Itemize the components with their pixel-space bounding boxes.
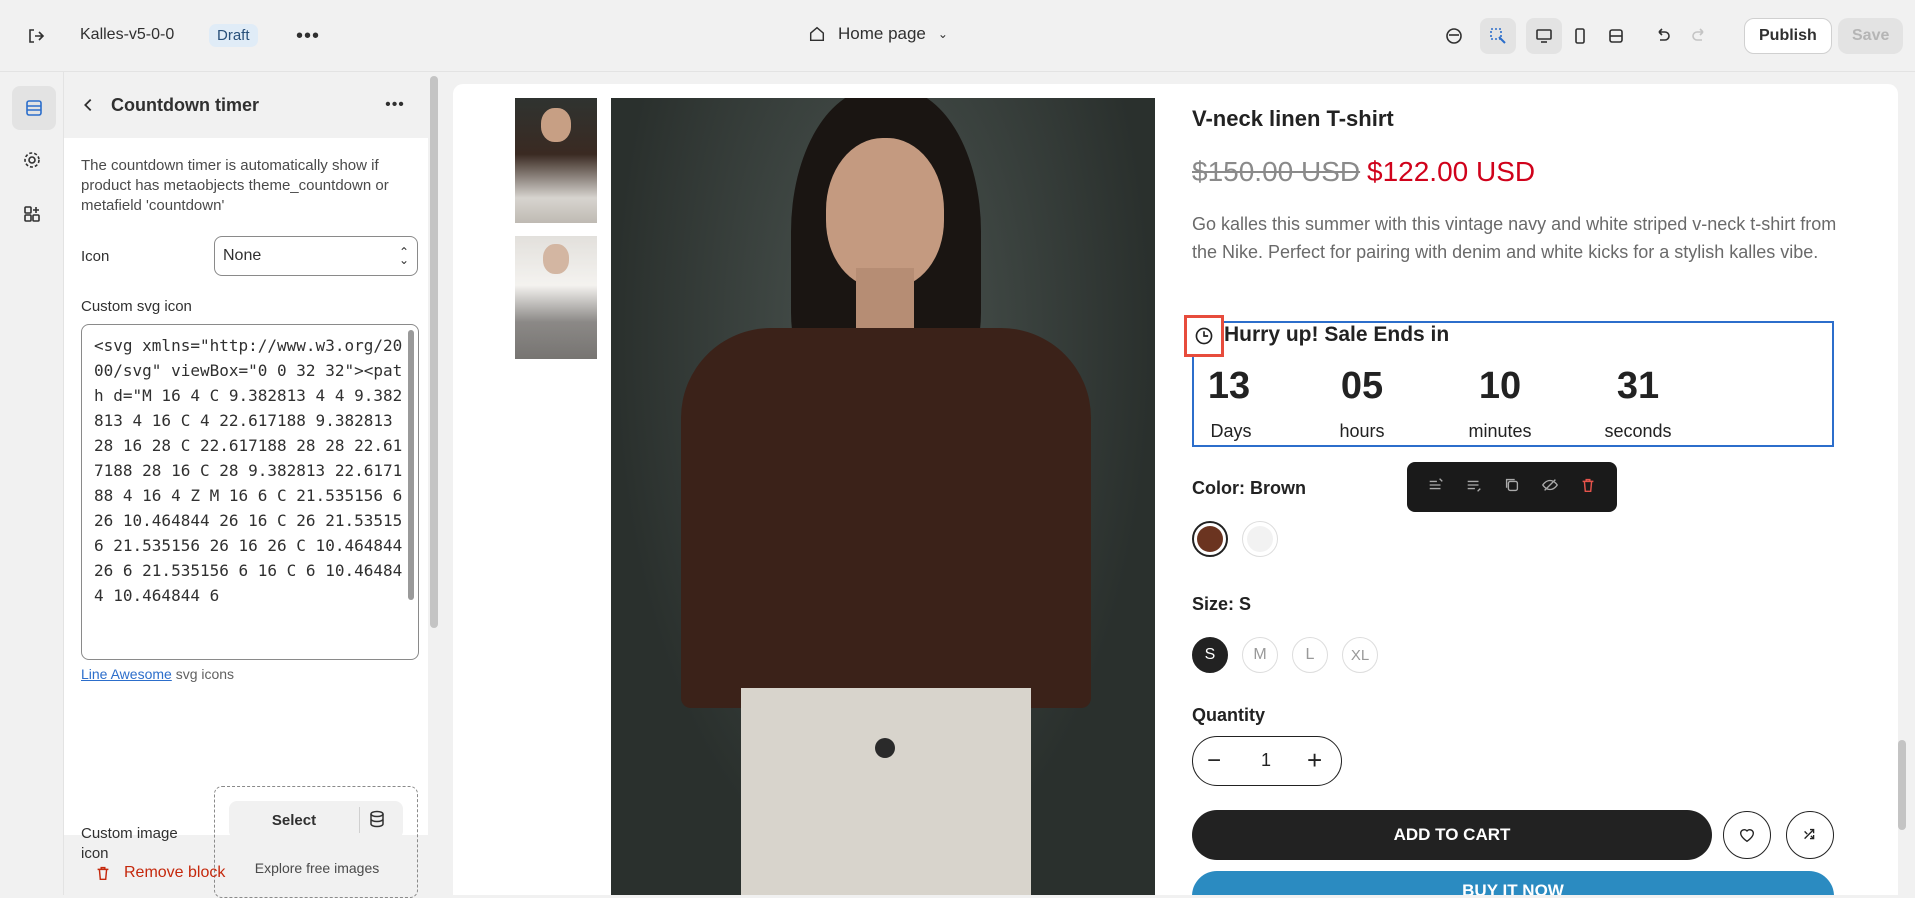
countdown-days-value: 13 <box>1207 365 1251 407</box>
chevron-down-icon: ⌄ <box>937 27 948 41</box>
panel-header: Countdown timer ••• <box>64 72 428 138</box>
panel-body: The countdown timer is automatically sho… <box>64 138 428 898</box>
countdown-hours-value: 05 <box>1340 365 1384 407</box>
theme-check-icon[interactable] <box>1436 18 1472 54</box>
quantity-label: Quantity <box>1192 705 1266 725</box>
product-description: Go kalles this summer with this vintage … <box>1192 214 1837 262</box>
size-option-l[interactable]: L <box>1292 637 1328 673</box>
sale-price: $122.00 USD <box>1367 156 1536 187</box>
more-options-icon[interactable]: ••• <box>377 87 413 123</box>
size-option-s[interactable]: S <box>1192 637 1228 673</box>
size-option-m[interactable]: M <box>1242 637 1278 673</box>
pants-shape <box>741 688 1031 895</box>
countdown-minutes-label: minutes <box>1468 421 1532 441</box>
panel-title: Countdown timer <box>111 95 259 115</box>
swatch-white[interactable] <box>1242 521 1278 557</box>
exit-icon[interactable] <box>18 18 54 54</box>
add-to-cart-button[interactable]: ADD TO CART <box>1192 810 1712 860</box>
help-suffix: svg icons <box>175 666 235 682</box>
icon-label: Icon <box>81 248 110 265</box>
thumb-face <box>543 244 569 274</box>
save-button[interactable]: Save <box>1838 18 1904 54</box>
back-icon[interactable] <box>70 87 106 123</box>
custom-svg-label: Custom svg icon <box>81 298 192 315</box>
line-awesome-link[interactable]: Line Awesome <box>81 666 172 682</box>
color-label: Color: Brown <box>1192 478 1306 498</box>
left-rail <box>0 72 64 895</box>
image-picker: Select Explore free images <box>214 786 418 898</box>
compare-price: $150.00 USD <box>1192 156 1361 187</box>
home-icon <box>809 26 825 42</box>
buy-now-button[interactable]: BUY IT NOW <box>1192 871 1834 895</box>
countdown-seconds-label: seconds <box>1604 421 1672 441</box>
remove-block-button[interactable]: Remove block <box>94 864 225 882</box>
status-badge: Draft <box>209 24 258 47</box>
countdown-minutes-value: 10 <box>1478 365 1522 407</box>
more-icon[interactable]: ••• <box>290 18 326 54</box>
product-main-image[interactable] <box>611 98 1155 895</box>
delete-icon[interactable] <box>1579 476 1597 499</box>
countdown-block[interactable]: Hurry up! Sale Ends in 13 Days 05 hours … <box>1184 315 1834 447</box>
gear-icon[interactable] <box>14 142 50 178</box>
publish-button[interactable]: Publish <box>1744 18 1832 54</box>
remove-block-label: Remove block <box>124 864 226 881</box>
block-toolbar <box>1407 462 1617 512</box>
quantity-value[interactable]: 1 <box>1261 750 1271 771</box>
apps-icon[interactable] <box>14 196 50 232</box>
product-title: V-neck linen T-shirt <box>1192 106 1394 131</box>
image-picker-controls: Select <box>229 801 403 839</box>
move-up-icon[interactable] <box>1427 476 1445 499</box>
top-bar: Kalles-v5-0-0 Draft ••• Home page ⌄ Publ… <box>0 0 1915 72</box>
textarea-scrollbar[interactable] <box>408 330 414 600</box>
explore-images-link[interactable]: Explore free images <box>215 860 419 876</box>
undo-icon[interactable] <box>1644 18 1680 54</box>
button-detail <box>875 738 895 758</box>
minus-icon[interactable]: − <box>1207 747 1221 775</box>
swatch-brown[interactable] <box>1192 521 1228 557</box>
panel-scrollbar[interactable] <box>430 76 438 628</box>
icon-select[interactable]: None ⌃ ⌄ <box>214 236 418 276</box>
panel-description: The countdown timer is automatically sho… <box>81 157 389 214</box>
clock-icon[interactable] <box>1184 315 1224 357</box>
help-text: Line Awesome svg icons <box>81 666 234 682</box>
tshirt-shape <box>681 328 1091 708</box>
settings-panel: Countdown timer ••• The countdown timer … <box>64 72 428 898</box>
thumbnail-1[interactable] <box>515 98 597 223</box>
hide-icon[interactable] <box>1541 476 1559 499</box>
canvas-scrollbar[interactable] <box>1898 740 1906 830</box>
preview-canvas: V-neck linen T-shirt $150.00 USD $122.00… <box>453 84 1898 895</box>
store-name: Kalles-v5-0-0 <box>80 26 175 43</box>
duplicate-icon[interactable] <box>1503 476 1521 499</box>
redo-icon[interactable] <box>1682 18 1718 54</box>
select-arrows-icon: ⌃ ⌄ <box>398 245 409 267</box>
size-label: Size: S <box>1192 594 1252 614</box>
countdown-seconds-value: 31 <box>1616 365 1660 407</box>
quantity-stepper: − 1 + <box>1192 736 1342 786</box>
move-down-icon[interactable] <box>1465 476 1483 499</box>
icon-select-value: None <box>223 247 262 264</box>
fullscreen-icon[interactable] <box>1598 18 1634 54</box>
countdown-days-label: Days <box>1210 421 1252 441</box>
sections-icon[interactable] <box>12 86 56 130</box>
custom-svg-textarea[interactable]: <svg xmlns="http://www.w3.org/2000/svg" … <box>81 324 419 660</box>
wishlist-icon[interactable] <box>1723 811 1771 859</box>
trash-icon <box>97 866 109 881</box>
inspector-icon[interactable] <box>1480 18 1516 54</box>
countdown-hours-label: hours <box>1339 421 1385 441</box>
plus-icon[interactable]: + <box>1307 745 1322 776</box>
page-selector-label: Home page <box>838 24 926 43</box>
database-icon[interactable] <box>367 809 387 834</box>
compare-icon[interactable] <box>1786 811 1834 859</box>
size-option-xl[interactable]: XL <box>1342 637 1378 673</box>
page-selector[interactable]: Home page ⌄ <box>808 24 948 44</box>
thumb-face <box>541 108 571 142</box>
countdown-heading: Hurry up! Sale Ends in <box>1224 323 1450 346</box>
thumbnail-2[interactable] <box>515 236 597 359</box>
divider <box>359 807 360 833</box>
mobile-icon[interactable] <box>1562 18 1598 54</box>
select-image-button[interactable]: Select <box>229 801 359 839</box>
face-shape <box>826 138 944 288</box>
desktop-icon[interactable] <box>1526 18 1562 54</box>
custom-image-label: Custom image icon <box>81 825 178 862</box>
